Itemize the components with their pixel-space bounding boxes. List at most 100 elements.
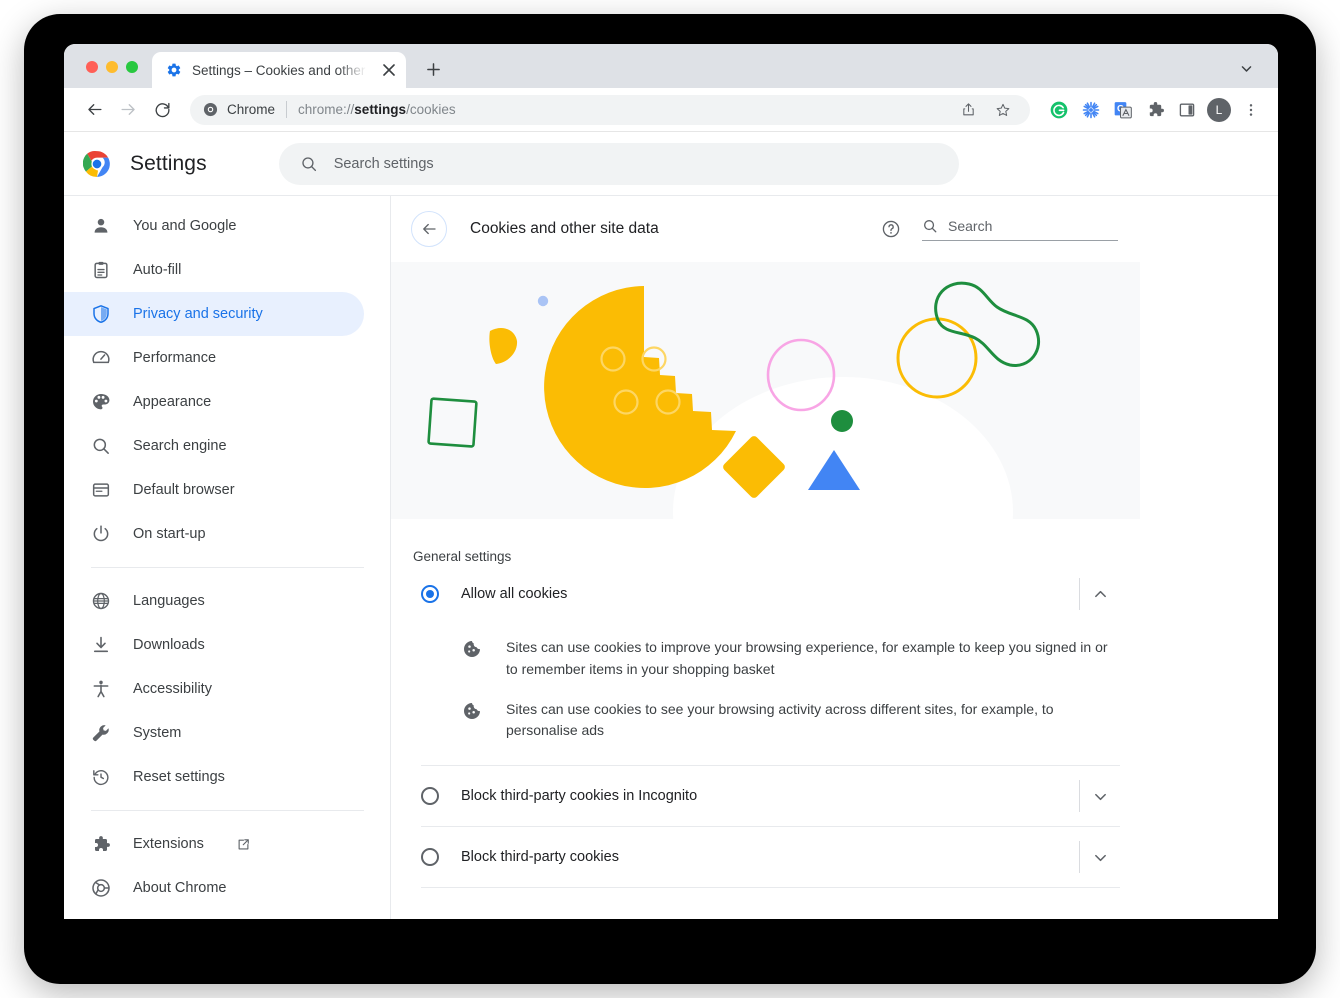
sidebar-item-downloads[interactable]: Downloads xyxy=(64,623,364,667)
screenshot-root: Settings – Cookies and other si Chrome c… xyxy=(0,0,1340,998)
wrench-icon xyxy=(92,725,109,742)
cookie-icon xyxy=(464,641,480,657)
gear-icon xyxy=(167,63,181,77)
sidebar-item-label: Default browser xyxy=(133,482,235,498)
collapse-allow-all-cookies-button[interactable] xyxy=(1080,574,1120,614)
chrome-menu-button[interactable] xyxy=(1236,95,1266,125)
sidebar-item-on-start-up[interactable]: On start-up xyxy=(64,512,364,556)
sidebar-item-default-browser[interactable]: Default browser xyxy=(64,468,364,512)
grammarly-extension-icon[interactable] xyxy=(1044,95,1074,125)
sidebar-item-label: You and Google xyxy=(133,218,237,234)
radio-block-third-party[interactable] xyxy=(421,848,439,867)
sidebar-item-accessibility[interactable]: Accessibility xyxy=(64,667,364,711)
person-icon xyxy=(94,218,108,233)
maximize-window-button[interactable] xyxy=(126,61,138,73)
option-block-third-party[interactable]: Block third-party cookies xyxy=(413,827,1120,887)
sidebar-item-system[interactable]: System xyxy=(64,711,364,755)
forward-button[interactable] xyxy=(112,94,144,126)
sidebar-item-performance[interactable]: Performance xyxy=(64,336,364,380)
option-block-third-party-incognito[interactable]: Block third-party cookies in Incognito xyxy=(413,766,1120,826)
address-bar[interactable]: Chrome chrome://settings/cookies xyxy=(190,94,1030,125)
sidebar-item-privacy-and-security[interactable]: Privacy and security xyxy=(64,292,364,336)
sidebar-item-extensions[interactable]: Extensions xyxy=(64,822,364,866)
back-button[interactable] xyxy=(78,94,110,126)
close-window-button[interactable] xyxy=(86,61,98,73)
share-icon xyxy=(962,103,974,116)
search-icon xyxy=(924,219,937,232)
sidebar-item-label: Auto-fill xyxy=(133,262,182,278)
translate-icon: G xyxy=(1114,101,1132,118)
asterisk-icon xyxy=(1082,101,1100,118)
window-traffic-lights xyxy=(64,61,138,88)
google-translate-extension-icon[interactable]: G xyxy=(1108,95,1138,125)
avatar-letter: L xyxy=(1215,102,1223,117)
tab-strip: Settings – Cookies and other si xyxy=(64,44,1278,88)
sidebar-item-appearance[interactable]: Appearance xyxy=(64,380,364,424)
cookie-illustration xyxy=(391,262,1140,519)
settings-header: Settings Search settings xyxy=(64,132,1278,196)
url-bold: settings xyxy=(354,102,407,117)
forward-arrow-icon xyxy=(120,104,135,115)
description-text: Sites can use cookies to see your browsi… xyxy=(506,700,1054,739)
asterisk-extension-icon[interactable] xyxy=(1076,95,1106,125)
help-circle-icon xyxy=(882,220,900,238)
bookmark-button[interactable] xyxy=(990,97,1016,123)
option-label: Block third-party cookies xyxy=(461,849,619,866)
option-label: Block third-party cookies in Incognito xyxy=(461,788,698,805)
plus-icon xyxy=(426,62,440,76)
content-back-button[interactable] xyxy=(411,211,447,247)
settings-content: Cookies and other site data Search Gener… xyxy=(391,196,1142,919)
star-icon xyxy=(996,103,1010,116)
settings-body: You and Google Auto-fill Privacy and sec… xyxy=(64,196,1278,919)
radio-block-third-party-incognito[interactable] xyxy=(421,787,439,806)
history-restore-icon xyxy=(93,770,109,786)
settings-search-box[interactable]: Search settings xyxy=(278,142,959,185)
open-in-new-icon xyxy=(238,838,249,849)
speedometer-icon xyxy=(92,350,110,364)
help-button[interactable] xyxy=(878,216,904,242)
omnibox-separator xyxy=(286,101,288,118)
shield-icon xyxy=(93,305,109,323)
back-arrow-icon xyxy=(423,223,436,235)
browser-tab[interactable]: Settings – Cookies and other si xyxy=(152,52,406,88)
avatar: L xyxy=(1207,97,1231,122)
sidebar-item-you-and-google[interactable]: You and Google xyxy=(64,204,364,248)
sidebar-divider xyxy=(91,810,364,811)
expand-block-third-party-button[interactable] xyxy=(1080,837,1120,877)
option-allow-all-cookies[interactable]: Allow all cookies xyxy=(413,564,1120,624)
omnibox-url: chrome://settings/cookies xyxy=(298,102,456,117)
sidebar-item-label: Privacy and security xyxy=(133,306,263,322)
radio-allow-all-cookies[interactable] xyxy=(421,585,439,603)
globe-icon xyxy=(92,592,110,610)
profile-avatar-button[interactable]: L xyxy=(1204,95,1234,125)
section-label: General settings xyxy=(413,549,512,564)
extensions-puzzle-icon[interactable] xyxy=(1140,95,1170,125)
sidebar-item-auto-fill[interactable]: Auto-fill xyxy=(64,248,364,292)
share-button[interactable] xyxy=(955,97,981,123)
page-title: Settings xyxy=(130,151,207,175)
new-tab-button[interactable] xyxy=(418,54,448,84)
minimize-window-button[interactable] xyxy=(106,61,118,73)
search-icon xyxy=(302,156,316,171)
reload-button[interactable] xyxy=(146,94,178,126)
allow-all-cookies-descriptions: Sites can use cookies to improve your br… xyxy=(413,624,1120,765)
power-icon xyxy=(93,525,109,542)
sidebar-item-languages[interactable]: Languages xyxy=(64,579,364,623)
chrome-logo xyxy=(83,150,110,177)
tab-search-button[interactable] xyxy=(1232,54,1260,82)
content-search-box[interactable]: Search xyxy=(922,218,1118,241)
expand-block-third-party-incognito-button[interactable] xyxy=(1080,776,1120,816)
url-suffix: /cookies xyxy=(406,102,456,117)
sidebar-item-about-chrome[interactable]: About Chrome xyxy=(64,866,364,910)
browser-window-icon xyxy=(92,483,110,497)
url-prefix: chrome:// xyxy=(298,102,355,117)
side-panel-icon[interactable] xyxy=(1172,95,1202,125)
puzzle-icon xyxy=(95,836,110,851)
reload-icon xyxy=(155,102,170,118)
close-tab-button[interactable] xyxy=(380,61,398,79)
palette-icon xyxy=(93,394,110,410)
sidebar-item-search-engine[interactable]: Search engine xyxy=(64,424,364,468)
description-row: Sites can use cookies to see your browsi… xyxy=(413,690,1120,752)
sidebar-item-reset-settings[interactable]: Reset settings xyxy=(64,755,364,799)
extension-icons: G L xyxy=(1038,95,1266,125)
